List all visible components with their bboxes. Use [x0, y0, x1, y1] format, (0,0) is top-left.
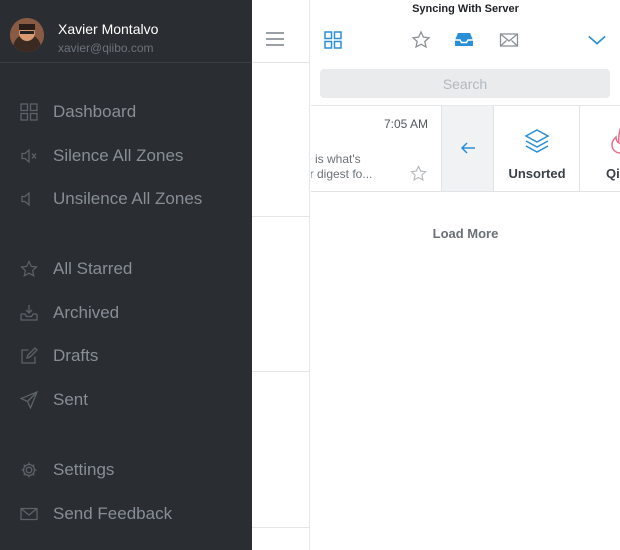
email-subject: Ur digest fo... — [311, 167, 373, 181]
swipe-unsorted-button[interactable]: Unsorted — [494, 106, 580, 191]
sidebar-item-dashboard[interactable]: Dashboard — [0, 94, 252, 130]
sidebar-item-label: Settings — [53, 460, 115, 479]
email-time: 7:05 AM — [384, 117, 429, 131]
edit-icon — [20, 347, 38, 365]
arrow-left-icon — [460, 141, 476, 155]
divider — [252, 62, 310, 63]
sidebar-item-send-feedback[interactable]: Send Feedback — [0, 496, 252, 532]
grid-icon — [20, 103, 38, 121]
speaker-mute-icon — [20, 147, 38, 165]
sidebar-item-label: Unsilence All Zones — [53, 189, 203, 208]
swipe-back-button[interactable] — [441, 106, 494, 191]
sidebar-item-label: All Starred — [53, 259, 133, 278]
avatar[interactable] — [10, 18, 44, 52]
user-name: Xavier Montalvo — [58, 21, 159, 37]
email-row[interactable]: 7:05 AM e is what's Ur digest fo... Unso… — [311, 106, 620, 192]
sync-status: Syncing With Server — [412, 3, 519, 15]
search-input[interactable] — [320, 69, 610, 98]
load-more-button[interactable]: Load More — [311, 226, 620, 241]
layers-icon — [523, 127, 551, 155]
divider — [252, 216, 310, 217]
sidebar-item-unsilence-all-zones[interactable]: Unsilence All Zones — [0, 181, 252, 217]
swipe-action-label: Qi — [606, 166, 620, 181]
sidebar-item-label: Sent — [53, 390, 88, 409]
grid-icon[interactable] — [323, 30, 343, 50]
star-icon[interactable] — [411, 30, 431, 50]
sidebar-item-label: Archived — [53, 303, 120, 322]
email-list-panel — [252, 0, 310, 550]
menu-icon[interactable] — [265, 31, 285, 47]
sidebar-item-silence-all-zones[interactable]: Silence All Zones — [0, 138, 252, 174]
speaker-icon — [20, 190, 38, 208]
archive-tray-icon — [20, 304, 38, 322]
profile-header[interactable]: Xavier Montalvo xavier@qiibo.com — [0, 0, 252, 63]
paper-plane-icon — [20, 391, 38, 409]
chevron-down-icon[interactable] — [587, 30, 609, 50]
sidebar: Xavier Montalvo xavier@qiibo.com Dashboa… — [0, 0, 252, 550]
star-icon — [20, 260, 38, 278]
star-icon[interactable] — [410, 165, 427, 182]
swipe-qi-button[interactable]: Qi — [581, 106, 620, 191]
sidebar-item-all-starred[interactable]: All Starred — [0, 251, 252, 287]
envelope-icon[interactable] — [499, 30, 519, 50]
gear-icon — [20, 461, 38, 479]
sidebar-item-settings[interactable]: Settings — [0, 452, 252, 488]
divider — [252, 527, 310, 528]
swipe-action-label: Unsorted — [508, 166, 566, 181]
sidebar-item-label: Send Feedback — [53, 504, 173, 523]
main-panel: Syncing With Server 7:05 AM e is what's … — [311, 0, 620, 550]
envelope-icon — [20, 505, 38, 523]
divider — [252, 371, 310, 372]
sidebar-item-drafts[interactable]: Drafts — [0, 338, 252, 374]
flame-icon — [609, 127, 620, 155]
sidebar-item-label: Silence All Zones — [53, 146, 184, 165]
user-email: xavier@qiibo.com — [58, 41, 154, 55]
sidebar-item-archived[interactable]: Archived — [0, 295, 252, 331]
sidebar-item-label: Drafts — [53, 346, 99, 365]
inbox-tray-icon[interactable] — [454, 30, 474, 50]
sidebar-item-label: Dashboard — [53, 102, 137, 121]
sidebar-item-sent[interactable]: Sent — [0, 382, 252, 418]
email-preview: e is what's — [311, 152, 361, 166]
